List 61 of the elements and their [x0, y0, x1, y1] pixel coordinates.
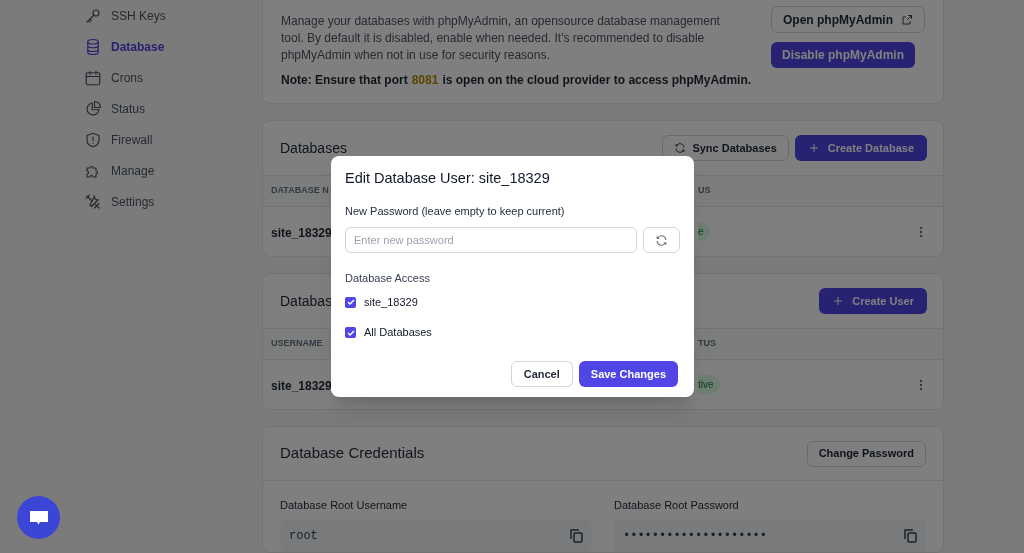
- table-cell: site_18329: [271, 225, 332, 240]
- sidebar-item[interactable]: Manage: [84, 161, 262, 181]
- save-changes-button[interactable]: Save Changes: [578, 360, 678, 387]
- field-value: ••••••••••••••••••••: [623, 527, 768, 545]
- checkbox-option[interactable]: site_18329: [345, 293, 680, 311]
- refresh-icon: [674, 142, 687, 154]
- chat-bubble-icon: [28, 509, 49, 526]
- database-icon: [84, 38, 102, 56]
- copy-icon[interactable]: [904, 528, 917, 543]
- password-field[interactable]: Enter new password: [345, 227, 638, 254]
- sidebar-item[interactable]: SSH Keys: [84, 6, 262, 26]
- tools-icon: [84, 193, 102, 211]
- checkbox[interactable]: [345, 296, 356, 308]
- create-database-button[interactable]: Create Database: [794, 135, 927, 161]
- external-link-icon: [901, 13, 913, 26]
- card-title: Database Credentials: [280, 443, 425, 464]
- sidebar-item[interactable]: Firewall: [84, 130, 262, 150]
- dialog-title: Edit Database User: site_18329: [345, 169, 551, 188]
- field-label: Database Root Password: [614, 498, 740, 513]
- sidebar-item[interactable]: Crons: [84, 68, 262, 88]
- column-header: US: [698, 184, 711, 198]
- chat-button[interactable]: [17, 496, 60, 539]
- disable-phpmyadmin-button[interactable]: Disable phpMyAdmin: [771, 42, 915, 68]
- open-phpmyadmin-button[interactable]: Open phpMyAdmin: [771, 6, 925, 33]
- checkbox[interactable]: [345, 327, 356, 338]
- create-user-button[interactable]: Create User: [819, 288, 927, 314]
- checkbox-option[interactable]: All Databases: [345, 324, 680, 341]
- port-number: 8081: [411, 73, 439, 87]
- refresh-icon: [655, 233, 669, 247]
- status-badge: e: [698, 222, 710, 241]
- more-options-icon[interactable]: [919, 225, 923, 238]
- more-options-icon[interactable]: [919, 378, 923, 391]
- shield-icon: [84, 131, 102, 149]
- note-text: Note: Ensure that port: [281, 73, 408, 87]
- calendar-icon: [84, 69, 102, 87]
- plus-icon: [807, 142, 820, 154]
- copy-icon[interactable]: [570, 528, 583, 543]
- sidebar-item[interactable]: Database: [84, 37, 262, 57]
- field-value: root: [289, 527, 318, 545]
- status-badge: tive: [698, 375, 720, 394]
- pie-chart-icon: [84, 100, 102, 118]
- column-header: USERNAME: [271, 338, 323, 349]
- key-icon: [84, 7, 102, 25]
- card-title: Databases: [280, 138, 347, 158]
- plus-icon: [832, 295, 845, 307]
- column-header: DATABASE N: [271, 185, 329, 196]
- sidebar-item[interactable]: Status: [84, 99, 262, 119]
- change-password-button[interactable]: Change Password: [806, 440, 926, 467]
- cancel-button[interactable]: Cancel: [510, 360, 573, 387]
- field-label: New Password (leave empty to keep current): [345, 203, 566, 219]
- field-label: Database Root Username: [280, 498, 409, 513]
- section-label: Database Access: [345, 271, 431, 287]
- column-header: TUS: [698, 337, 716, 351]
- option-label: All Databases: [364, 325, 432, 341]
- generate-password-button[interactable]: [643, 227, 680, 254]
- note-text: is open on the cloud provider to access phpMyAdmin.: [442, 73, 752, 87]
- option-label: site_18329: [364, 294, 418, 310]
- card-title: Databas: [280, 291, 333, 311]
- table-cell: site_18329: [271, 378, 332, 393]
- sidebar-item[interactable]: Settings: [84, 192, 262, 212]
- description-text: Manage your databases with phpMyAdmin, an opensource database management tool. By default it is disabled, enable when needed. It's recommended to disable phpMyAdmin when not in use for security reasons.: [281, 13, 721, 64]
